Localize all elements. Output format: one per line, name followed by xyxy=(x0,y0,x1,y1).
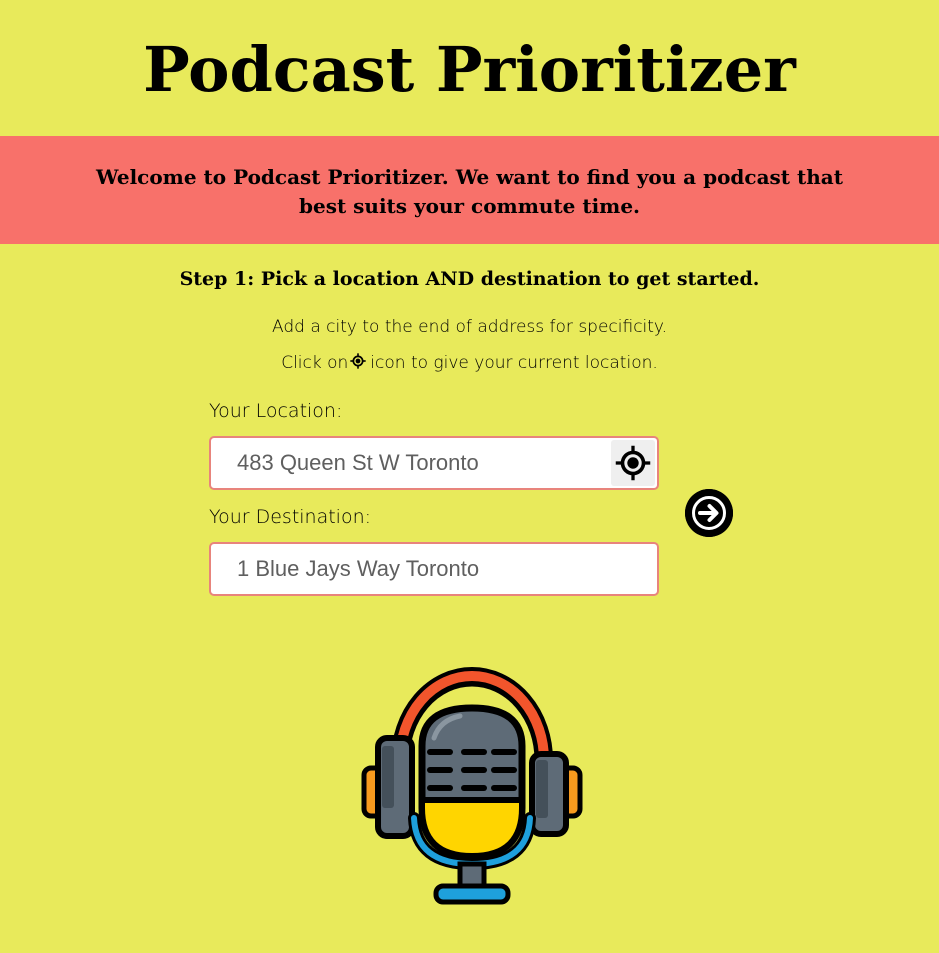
location-field xyxy=(209,436,659,490)
destination-input[interactable] xyxy=(211,544,657,594)
current-location-button[interactable] xyxy=(611,440,655,486)
welcome-text: Welcome to Podcast Prioritizer. We want … xyxy=(96,165,843,218)
destination-field xyxy=(209,542,659,596)
hint-click-suffix: icon to give your current location. xyxy=(370,353,658,373)
submit-button[interactable] xyxy=(685,489,733,537)
step-instruction: Step 1: Pick a location AND destination … xyxy=(179,268,760,290)
podcast-microphone-headphones-icon xyxy=(361,667,583,905)
hint-click-prefix: Click on xyxy=(281,353,349,373)
location-input[interactable] xyxy=(211,438,611,488)
crosshair-icon xyxy=(350,353,366,369)
crosshair-icon xyxy=(615,445,651,481)
page-title: Podcast Prioritizer xyxy=(143,33,796,106)
destination-label: Your Destination: xyxy=(209,506,372,528)
hint-city: Add a city to the end of address for spe… xyxy=(272,317,667,337)
location-label: Your Location: xyxy=(209,400,343,422)
arrow-right-circle-icon xyxy=(685,489,733,537)
welcome-banner: Welcome to Podcast Prioritizer. We want … xyxy=(0,136,939,244)
hint-current-location: Click on icon to give your current locat… xyxy=(0,351,939,375)
